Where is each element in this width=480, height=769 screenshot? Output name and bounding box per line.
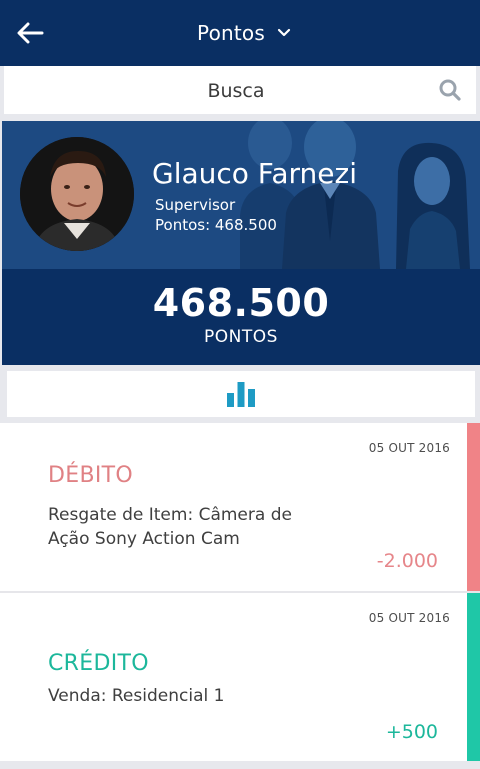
transaction-type: DÉBITO bbox=[48, 463, 133, 488]
transaction-date: 05 OUT 2016 bbox=[368, 441, 450, 455]
points-label: PONTOS bbox=[204, 327, 278, 347]
transaction-card[interactable]: 05 OUT 2016 DÉBITO Resgate de Item: Câme… bbox=[0, 423, 480, 591]
debit-accent-bar bbox=[467, 423, 480, 591]
title-wrap: Pontos bbox=[0, 0, 480, 66]
user-name: Glauco Farnezi bbox=[152, 157, 357, 190]
chevron-down-icon bbox=[277, 28, 291, 38]
user-points: Pontos: 468.500 bbox=[155, 216, 277, 234]
transaction-date: 05 OUT 2016 bbox=[368, 611, 450, 625]
background-people-image bbox=[220, 121, 480, 269]
transaction-description: Venda: Residencial 1 bbox=[48, 686, 225, 706]
chart-button[interactable] bbox=[7, 371, 475, 417]
points-value: 468.500 bbox=[152, 281, 330, 325]
search-icon[interactable] bbox=[438, 78, 462, 102]
page-title: Pontos bbox=[197, 21, 265, 45]
transaction-card[interactable]: 05 OUT 2016 CRÉDITO Venda: Residencial 1… bbox=[0, 593, 480, 761]
search-input[interactable] bbox=[24, 66, 448, 116]
top-bar: Pontos bbox=[0, 0, 480, 66]
profile-banner: Glauco Farnezi Supervisor Pontos: 468.50… bbox=[2, 121, 480, 269]
app-screen: Pontos Busca Glauco Farnezi Supervisor P… bbox=[0, 0, 480, 769]
credit-accent-bar bbox=[467, 593, 480, 761]
transaction-type: CRÉDITO bbox=[48, 651, 149, 676]
user-role: Supervisor bbox=[155, 196, 236, 214]
bar-chart-icon bbox=[227, 382, 255, 407]
points-summary: 468.500 PONTOS bbox=[2, 269, 480, 365]
transaction-amount: -2.000 bbox=[376, 550, 438, 572]
arrow-left-icon bbox=[17, 22, 44, 44]
section-dropdown[interactable]: Pontos bbox=[197, 21, 291, 45]
back-button[interactable] bbox=[10, 15, 50, 51]
transaction-amount: +500 bbox=[385, 721, 438, 743]
search-bar bbox=[4, 66, 476, 116]
avatar bbox=[20, 137, 134, 251]
transaction-description: Resgate de Item: Câmera de Ação Sony Act… bbox=[48, 505, 292, 549]
